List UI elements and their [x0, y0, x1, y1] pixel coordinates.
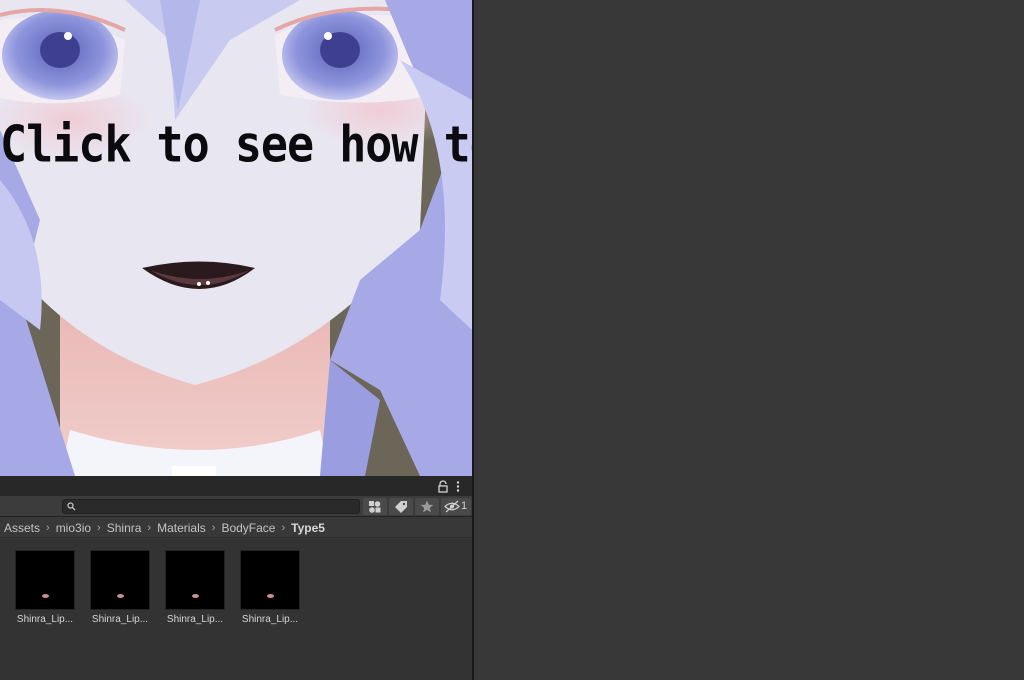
kebab-menu-icon[interactable] — [453, 480, 463, 493]
breadcrumb-item-mio3io[interactable]: mio3io — [56, 521, 91, 535]
lip-preview-mark — [267, 594, 274, 598]
chevron-right-icon: › — [46, 521, 50, 534]
asset-label: Shinra_Lip... — [91, 614, 149, 625]
left-column: Click to see how to use — [0, 0, 472, 680]
star-icon — [420, 500, 434, 513]
material-thumbnail[interactable] — [165, 550, 225, 610]
breadcrumb-current[interactable]: Type5 — [291, 521, 325, 535]
asset-label: Shinra_Lip... — [16, 614, 74, 625]
asset-grid: Shinra_Lip... Shinra_Lip... Shinra_Lip..… — [0, 539, 472, 680]
breadcrumb: Assets › mio3io › Shinra › Materials › B… — [0, 518, 472, 538]
project-panel: 1 Assets › mio3io › Shinra › Materials ›… — [0, 477, 472, 680]
breadcrumb-item-assets[interactable]: Assets — [4, 521, 40, 535]
breadcrumb-item-shinra[interactable]: Shinra — [107, 521, 142, 535]
asset-label: Shinra_Lip... — [241, 614, 299, 625]
panel-header — [0, 477, 472, 496]
eye-slash-icon — [444, 500, 460, 513]
preview-caption: Click to see how to use — [0, 115, 472, 174]
material-thumbnail[interactable] — [240, 550, 300, 610]
empty-editor-area — [474, 0, 1024, 680]
breadcrumb-item-materials[interactable]: Materials — [157, 521, 206, 535]
character-face-illustration — [0, 0, 472, 476]
lip-preview-mark — [42, 594, 49, 598]
lock-icon[interactable] — [437, 480, 449, 493]
chevron-right-icon: › — [211, 521, 216, 534]
asset-label: Shinra_Lip... — [166, 614, 224, 625]
breadcrumb-item-bodyface[interactable]: BodyFace — [221, 521, 275, 535]
project-toolbar: 1 — [0, 496, 472, 517]
chevron-right-icon: › — [97, 521, 101, 534]
search-by-type-button[interactable] — [363, 498, 387, 515]
search-icon — [67, 502, 76, 511]
chevron-right-icon: › — [147, 521, 152, 534]
hidden-packages-button[interactable]: 1 — [441, 498, 471, 515]
favorites-button[interactable] — [415, 498, 439, 515]
lip-preview-mark — [117, 594, 124, 598]
hidden-packages-count: 1 — [461, 500, 468, 512]
lip-preview-mark — [192, 594, 199, 598]
shapes-icon — [369, 501, 381, 513]
material-preview-image[interactable]: Click to see how to use — [0, 0, 472, 476]
search-by-label-button[interactable] — [389, 498, 413, 515]
material-thumbnail[interactable] — [90, 550, 150, 610]
tag-icon — [395, 501, 407, 513]
chevron-right-icon: › — [281, 521, 286, 534]
search-input[interactable] — [62, 499, 360, 514]
material-thumbnail[interactable] — [15, 550, 75, 610]
